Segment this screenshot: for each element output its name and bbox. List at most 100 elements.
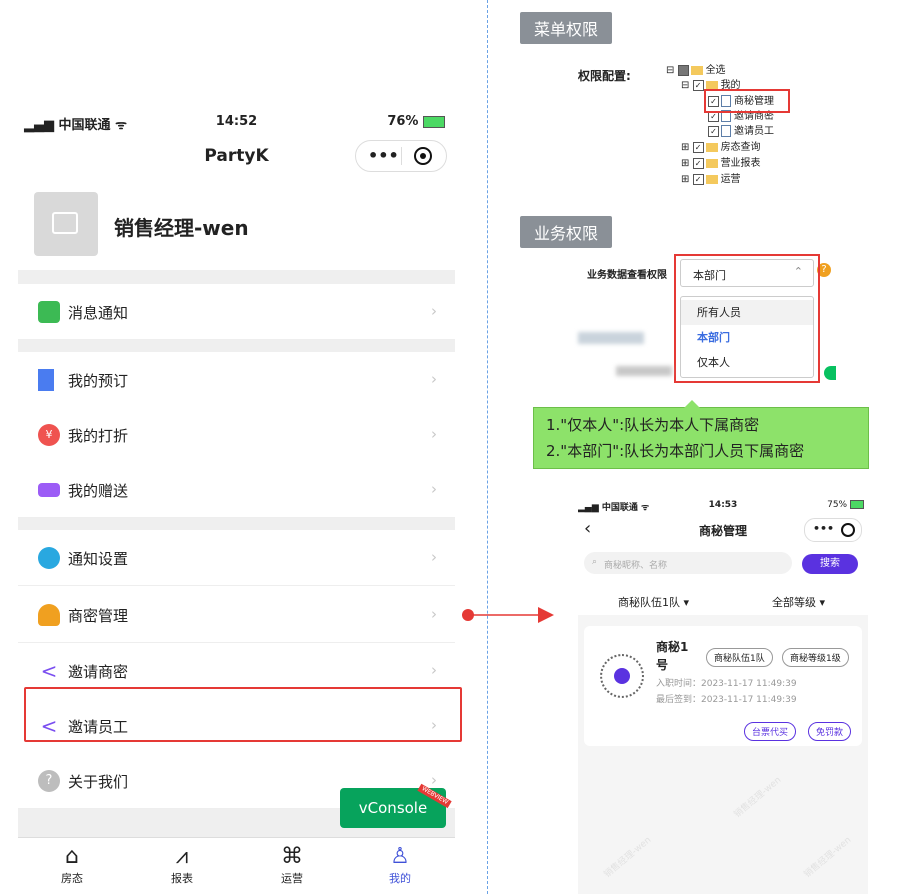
- tree-node-operate[interactable]: ⊞ ✓ 运营: [681, 172, 741, 187]
- chevron-right-icon: ›: [431, 370, 437, 388]
- permission-config-label: 权限配置:: [578, 69, 631, 83]
- watermark: 销售经理-wen: [732, 775, 784, 821]
- ticket-button[interactable]: 台票代买: [744, 722, 797, 741]
- menu-label: 邀请商密: [68, 663, 129, 681]
- folder-icon: [705, 142, 718, 152]
- chevron-right-icon: ›: [431, 771, 437, 789]
- menu-label: 通知设置: [68, 550, 129, 568]
- tree-node-report[interactable]: ⊞ ✓ 营业报表: [681, 156, 761, 171]
- search-icon: ⌕: [592, 557, 598, 567]
- share-icon: <: [40, 659, 58, 683]
- connector-arrow: [462, 607, 554, 623]
- folder-icon: [705, 174, 718, 184]
- checkbox-icon[interactable]: ✓: [692, 141, 704, 153]
- note-line-2: 2."本部门":队长为本部门人员下属商密: [546, 442, 805, 460]
- chart-icon: ⩘: [175, 844, 189, 869]
- menu-item-gift[interactable]: 我的赠送 ›: [18, 462, 455, 518]
- section-gap: [18, 340, 455, 352]
- user-name: 销售经理-wen: [114, 216, 249, 240]
- highlight-box: [24, 687, 462, 742]
- user-icon: [38, 604, 60, 626]
- menu-item-booking[interactable]: 我的预订 ›: [18, 352, 455, 408]
- help-icon: ?: [38, 770, 60, 792]
- document-icon: [721, 125, 731, 137]
- checkbox-icon[interactable]: ✓: [692, 173, 704, 185]
- data-permission-label: 业务数据查看权限: [587, 270, 667, 281]
- last-sign: 最后签到：2023-11-17 11:49:39: [656, 695, 797, 705]
- team-chip: 商秘队伍1队: [706, 648, 773, 667]
- tab-house[interactable]: ⌂ 房态: [42, 844, 102, 886]
- menu-item-notify-settings[interactable]: 通知设置 ›: [18, 530, 455, 586]
- level-chip: 商秘等级1级: [782, 648, 849, 667]
- flag-icon: [38, 369, 54, 391]
- menu-item-secretary-management[interactable]: 商密管理 ›: [18, 587, 455, 643]
- image-placeholder-icon: [52, 212, 78, 234]
- battery-label: 76%: [387, 114, 445, 129]
- checkbox-icon[interactable]: ✓: [692, 157, 704, 169]
- chevron-right-icon: ›: [431, 605, 437, 623]
- checkbox-icon[interactable]: [677, 64, 689, 76]
- chevron-right-icon: ›: [431, 302, 437, 320]
- more-icon[interactable]: •••: [368, 146, 399, 165]
- checkbox-icon[interactable]: ✓: [692, 79, 704, 91]
- status-time: 14:52: [215, 114, 258, 129]
- watermark: 销售经理-wen: [602, 835, 654, 881]
- note-line-1: 1."仅本人":队长为本人下属商密: [546, 416, 760, 434]
- section-tag-business: 业务权限: [520, 216, 613, 248]
- close-target-icon[interactable]: [841, 523, 855, 537]
- tree-node-invite-staff[interactable]: ✓ 邀请员工: [708, 124, 774, 139]
- waive-fine-button[interactable]: 免罚款: [808, 722, 852, 741]
- watermark: 销售经理-wen: [802, 835, 854, 881]
- left-phone: ▂▄▆ 中国联通 ᯤ 14:52 76% PartyK ••• 销售经理-wen…: [18, 100, 462, 894]
- tree-node-all[interactable]: ⊟ 全选: [666, 63, 726, 78]
- avatar[interactable]: [34, 192, 98, 256]
- toggle-fragment: [824, 366, 836, 380]
- search-button[interactable]: 搜索: [802, 554, 858, 574]
- chevron-right-icon: ›: [431, 661, 437, 679]
- menu-label: 我的打折: [68, 427, 129, 445]
- vconsole-button[interactable]: vConsole WEBVIEW: [340, 783, 452, 828]
- house-icon: ⌂: [65, 844, 79, 869]
- checkbox-icon[interactable]: ✓: [708, 125, 719, 137]
- message-icon: [38, 301, 60, 323]
- chevron-right-icon: ›: [431, 425, 437, 443]
- tree-node-room[interactable]: ⊞ ✓ 房态查询: [681, 140, 761, 155]
- settings-icon: [38, 547, 60, 569]
- mini-program-capsule[interactable]: •••: [804, 518, 862, 542]
- operate-icon: ⌘: [281, 844, 303, 869]
- close-target-icon[interactable]: [414, 147, 432, 165]
- select-highlight-box: [674, 254, 820, 383]
- battery-label: 75%: [827, 500, 864, 510]
- avatar-center: [614, 668, 630, 684]
- blurred-content: [578, 332, 644, 344]
- folder-icon: [705, 158, 718, 168]
- discount-icon: ¥: [38, 424, 60, 446]
- section-gap: [18, 270, 455, 284]
- filter-team[interactable]: 商秘队伍1队 ▾: [618, 594, 689, 610]
- secretary-card[interactable]: 商秘1号 商秘队伍1队 商秘等级1级 入职时间：2023-11-17 11:49…: [584, 626, 862, 746]
- tab-mine[interactable]: ♙ 我的: [370, 844, 430, 886]
- join-time: 入职时间：2023-11-17 11:49:39: [656, 679, 797, 689]
- tab-operate[interactable]: ⌘ 运营: [262, 844, 322, 886]
- status-time: 14:53: [708, 500, 738, 510]
- secretary-header: ▂▄▆ 中国联通 ᯤ 14:53 75% ‹ 商秘管理 ••• ⌕ 商秘昵称、名…: [578, 490, 868, 615]
- menu-label: 消息通知: [68, 304, 129, 322]
- menu-label: 商密管理: [68, 607, 129, 625]
- chevron-right-icon: ›: [431, 480, 437, 498]
- more-icon[interactable]: •••: [813, 522, 834, 535]
- filter-level[interactable]: 全部等级 ▾: [772, 594, 825, 610]
- profile-icon: ♙: [390, 844, 410, 869]
- explanation-note: 1."仅本人":队长为本人下属商密 2."本部门":队长为本部门人员下属商密: [533, 400, 869, 469]
- menu-item-discount[interactable]: ¥ 我的打折 ›: [18, 407, 455, 463]
- search-placeholder: 商秘昵称、名称: [604, 561, 668, 571]
- tab-bar: ⌂ 房态 ⩘ 报表 ⌘ 运营 ♙ 我的: [18, 837, 455, 894]
- secretary-name: 商秘1号: [656, 640, 689, 672]
- search-input[interactable]: ⌕ 商秘昵称、名称: [584, 552, 792, 574]
- menu-label: 我的预订: [68, 372, 129, 390]
- chevron-right-icon: ›: [431, 548, 437, 566]
- section-tag-menu: 菜单权限: [520, 12, 613, 44]
- mini-program-capsule[interactable]: •••: [355, 140, 447, 172]
- tab-report[interactable]: ⩘ 报表: [152, 844, 212, 886]
- cart-icon: [38, 483, 60, 497]
- menu-item-message[interactable]: 消息通知 ›: [18, 284, 455, 340]
